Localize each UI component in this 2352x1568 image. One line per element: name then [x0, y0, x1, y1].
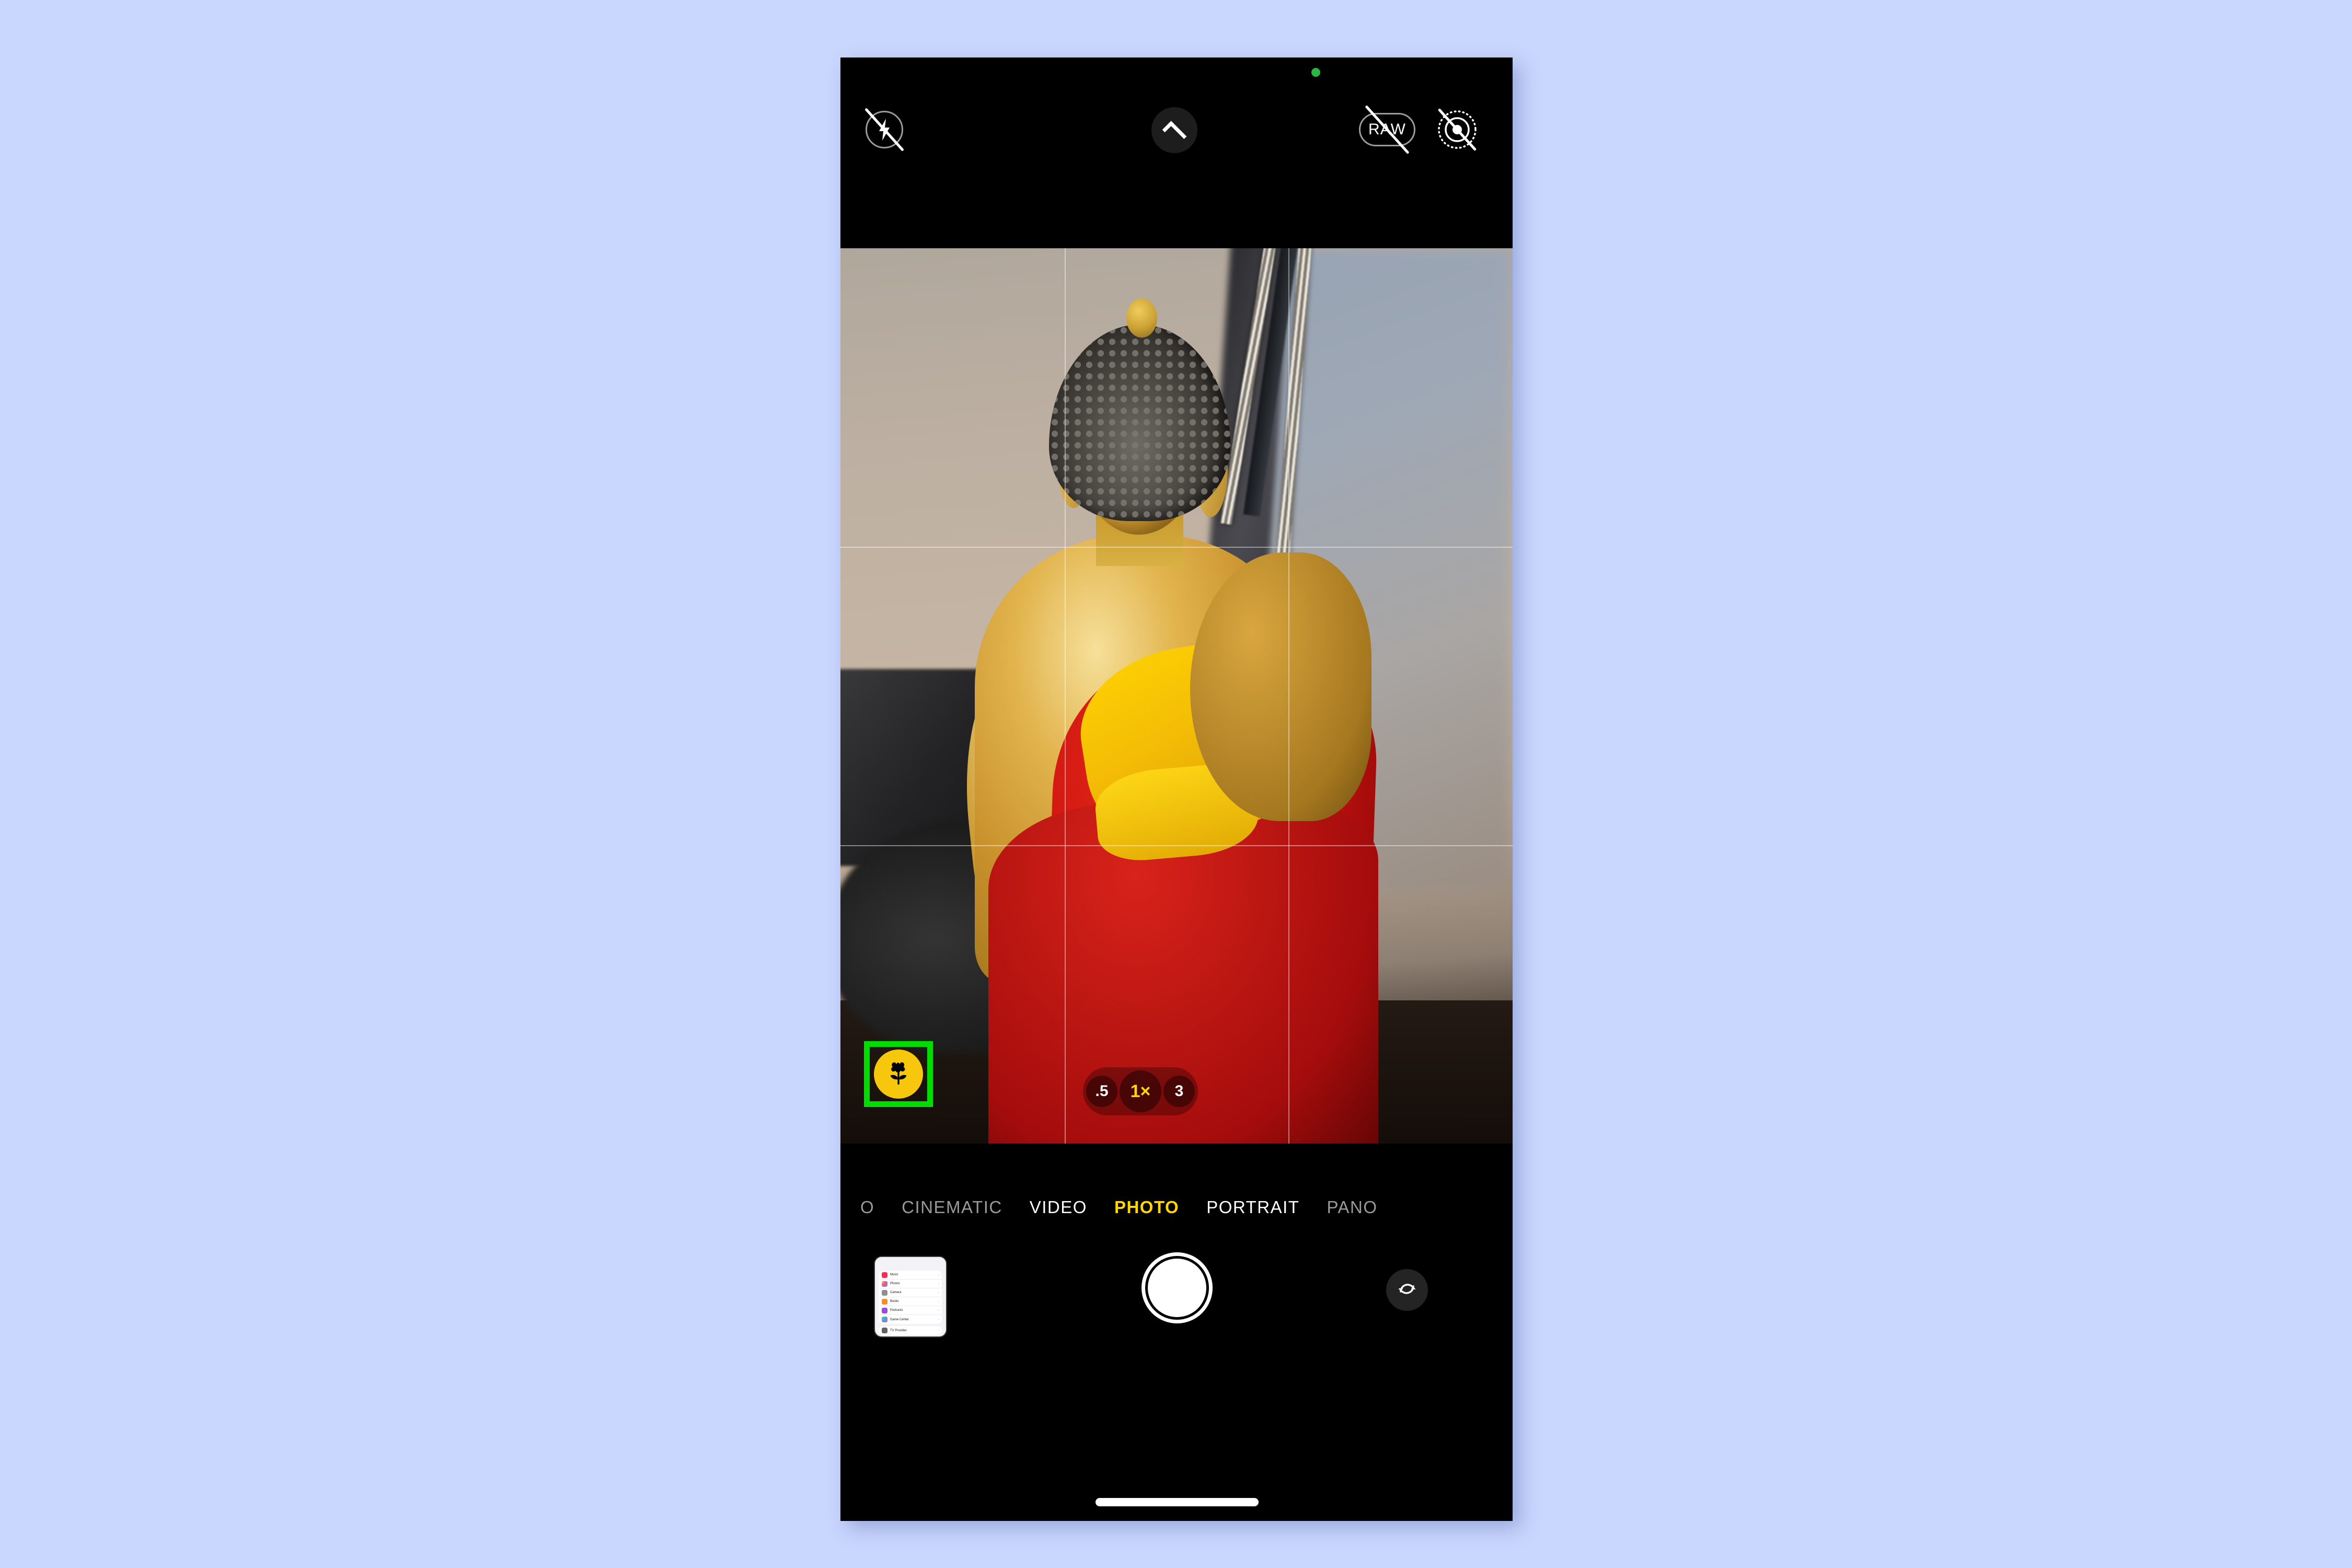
chevron-right-icon: › — [938, 1273, 939, 1277]
list-item-label: Photos — [890, 1282, 900, 1285]
slash-overlay — [864, 108, 904, 152]
camera-mode-selector[interactable]: O CINEMATIC VIDEO PHOTO PORTRAIT PANO — [840, 1189, 1513, 1226]
home-indicator[interactable] — [1096, 1498, 1259, 1506]
zoom-control[interactable]: .5 1× 3 — [1083, 1067, 1198, 1115]
thumbnail-settings-group-2: TV Provider › — [879, 1326, 942, 1335]
camera-app-icon — [882, 1289, 887, 1296]
mode-slomo-clipped[interactable]: O — [860, 1197, 874, 1217]
shutter-button[interactable] — [1142, 1252, 1213, 1323]
chevron-right-icon: › — [938, 1318, 939, 1321]
camera-viewfinder[interactable] — [840, 248, 1513, 1144]
list-item-label: Game Center — [890, 1318, 909, 1321]
chevron-right-icon: › — [938, 1290, 939, 1295]
more-options-button[interactable] — [1151, 107, 1197, 153]
mode-video[interactable]: VIDEO — [1030, 1197, 1087, 1217]
list-item-label: Books — [890, 1300, 899, 1303]
list-item: TV Provider › — [879, 1326, 942, 1335]
list-item: Music › — [879, 1271, 942, 1279]
list-item-label: Music — [890, 1273, 898, 1276]
thumbnail-settings-group-1: Music › Photos › Camera › Books › Podcas… — [879, 1271, 942, 1324]
music-app-icon — [882, 1272, 887, 1278]
list-item: Podcasts › — [879, 1306, 942, 1315]
photos-app-icon — [882, 1281, 887, 1287]
live-preview-scene — [840, 248, 1513, 1144]
mode-pano[interactable]: PANO — [1327, 1197, 1377, 1217]
camera-flip-icon — [1394, 1276, 1420, 1305]
photo-library-thumbnail[interactable]: Music › Photos › Camera › Books › Podcas… — [875, 1257, 946, 1336]
list-item-label: Camera — [890, 1291, 902, 1294]
mode-photo[interactable]: PHOTO — [1114, 1197, 1179, 1217]
zoom-button-3x[interactable]: 3 — [1163, 1076, 1195, 1107]
shutter-button-inner — [1148, 1259, 1206, 1317]
chevron-right-icon: › — [938, 1282, 939, 1286]
mode-portrait[interactable]: PORTRAIT — [1206, 1197, 1299, 1217]
zoom-button-1x[interactable]: 1× — [1120, 1070, 1161, 1112]
flash-toggle-button[interactable] — [864, 108, 904, 152]
raw-off-icon: RAW — [1359, 105, 1415, 155]
mode-cinematic[interactable]: CINEMATIC — [902, 1197, 1002, 1217]
podcasts-app-icon — [882, 1307, 887, 1313]
thumbnail-header — [875, 1257, 946, 1269]
camera-in-use-indicator — [1311, 68, 1320, 77]
flash-off-icon — [864, 108, 904, 152]
live-photo-toggle-button[interactable] — [1437, 108, 1477, 152]
statue-topknot — [1126, 298, 1157, 338]
chevron-right-icon: › — [938, 1329, 939, 1332]
chevron-up-icon — [1151, 107, 1197, 153]
list-item: Photos › — [879, 1279, 942, 1288]
statue-right-shoulder — [1190, 552, 1371, 822]
list-item-label: TV Provider — [890, 1329, 907, 1332]
list-item-label: Podcasts — [890, 1309, 903, 1312]
list-item: Camera › — [879, 1288, 942, 1297]
chevron-right-icon: › — [938, 1299, 939, 1304]
zoom-button-0.5x[interactable]: .5 — [1086, 1076, 1117, 1107]
flip-camera-button[interactable] — [1386, 1269, 1428, 1311]
chevron-right-icon: › — [938, 1308, 939, 1312]
live-photo-off-icon — [1437, 108, 1477, 152]
books-app-icon — [882, 1298, 887, 1305]
list-item: Books › — [879, 1297, 942, 1306]
statue-hair — [1048, 324, 1231, 522]
game-center-app-icon — [882, 1317, 887, 1322]
buddha-statue — [840, 248, 1513, 1144]
macro-mode-button[interactable] — [874, 1050, 923, 1099]
tv-provider-icon — [882, 1328, 887, 1333]
flower-icon — [885, 1059, 912, 1089]
camera-top-controls: RAW — [840, 78, 1513, 235]
list-item: Game Center › — [879, 1315, 942, 1324]
raw-toggle-button[interactable]: RAW — [1359, 105, 1415, 155]
chevron-glyph — [1162, 121, 1187, 145]
macro-button-face — [874, 1050, 923, 1099]
